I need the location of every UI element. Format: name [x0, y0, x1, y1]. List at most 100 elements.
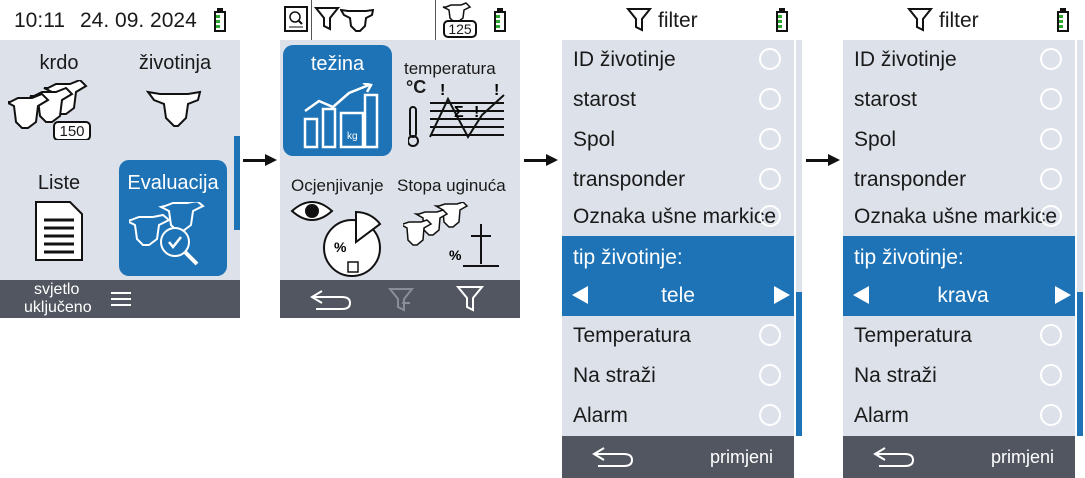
radio-button[interactable]	[1040, 88, 1062, 110]
evaluation-grid: težina kg temperatura °C ! Σ ! ! Ocjenji…	[280, 40, 520, 280]
filter-row-transponder[interactable]: transponder	[562, 160, 794, 200]
document-list-icon	[35, 201, 83, 261]
radio-button[interactable]	[1040, 48, 1062, 70]
next-arrow-icon[interactable]	[774, 286, 790, 304]
radio-button[interactable]	[759, 88, 781, 110]
next-arrow-icon[interactable]	[1055, 286, 1071, 304]
lists-tile[interactable]: Liste	[0, 160, 118, 280]
radio-button[interactable]	[1040, 128, 1062, 150]
hamburger-menu-icon[interactable]	[111, 291, 131, 307]
filter-row-animal-id[interactable]: ID životinje	[562, 40, 794, 80]
mortality-tile[interactable]: Stopa uginuća %	[395, 164, 520, 280]
back-arrow-icon[interactable]	[871, 444, 917, 470]
herd-tile[interactable]: krdo 150	[0, 40, 118, 160]
radio-button[interactable]	[1040, 324, 1062, 346]
status-bar: 125	[280, 0, 520, 40]
temperature-chart-icon: ! Σ ! !	[408, 82, 505, 147]
filter-label: Spol	[854, 128, 897, 151]
scroll-indicator	[234, 136, 240, 230]
radio-button[interactable]	[759, 168, 781, 190]
animal-type-label: tip životinje:	[573, 246, 683, 269]
light-toggle-line1[interactable]: svjetlo	[34, 281, 79, 299]
battery-icon	[494, 8, 506, 32]
filter-label: transponder	[573, 168, 686, 191]
svg-text:!: !	[440, 82, 445, 99]
filter-label: Temperatura	[854, 324, 972, 347]
filter-label: Spol	[573, 128, 616, 151]
radio-button[interactable]	[1040, 205, 1062, 227]
weight-chart-icon: kg	[303, 83, 379, 149]
battery-icon	[214, 8, 226, 32]
screen-filter-calf: filter ID životinje starost Spol transpo…	[562, 0, 802, 478]
arrow-right-icon	[806, 153, 840, 167]
apply-button[interactable]: primjeni	[991, 447, 1054, 468]
rating-label: Ocjenjivanje	[291, 176, 384, 195]
lists-label: Liste	[37, 172, 81, 194]
svg-text:%: %	[449, 247, 462, 263]
scrollbar-thumb[interactable]	[1077, 292, 1083, 436]
filter-row-heat[interactable]: Na straži	[843, 356, 1075, 396]
filter-row-ear-tag[interactable]: Oznaka ušne markice	[562, 197, 794, 237]
svg-text:kg: kg	[347, 131, 358, 142]
screen-filter-cow: filter ID životinje starost Spol transpo…	[843, 0, 1085, 478]
filter-row-temperature[interactable]: Temperatura	[843, 316, 1075, 356]
status-bar: 10:11 24. 09. 2024	[0, 0, 240, 40]
status-divider	[435, 0, 436, 40]
filter-label: Na straži	[854, 364, 937, 387]
radio-button[interactable]	[759, 364, 781, 386]
filter-row-ear-tag[interactable]: Oznaka ušne markice	[843, 197, 1075, 237]
rating-tile[interactable]: Ocjenjivanje %	[280, 164, 395, 280]
radio-button[interactable]	[759, 128, 781, 150]
filter-label: ID životinje	[854, 48, 957, 71]
light-toggle-line2[interactable]: uključeno	[24, 299, 92, 317]
temperature-tile[interactable]: temperatura °C ! Σ ! !	[398, 45, 510, 156]
svg-text:!: !	[494, 82, 499, 99]
scrollbar-thumb[interactable]	[796, 292, 802, 436]
battery-icon	[1057, 8, 1069, 32]
radio-button[interactable]	[1040, 168, 1062, 190]
arrow-right-icon	[243, 153, 277, 167]
apply-button[interactable]: primjeni	[710, 447, 773, 468]
radio-button[interactable]	[759, 205, 781, 227]
animal-type-selector[interactable]: tip životinje: krava	[843, 236, 1075, 316]
status-bar: filter	[843, 0, 1085, 40]
filter-title: filter	[658, 9, 698, 32]
filter-row-animal-id[interactable]: ID životinje	[843, 40, 1075, 80]
svg-text:!: !	[474, 104, 479, 121]
filter-remove-icon	[388, 288, 414, 312]
filter-icon[interactable]	[456, 285, 484, 313]
radio-button[interactable]	[1040, 364, 1062, 386]
evaluation-tile[interactable]: Evaluacija	[119, 160, 227, 276]
radio-button[interactable]	[759, 404, 781, 426]
filter-list: ID životinje starost Spol transponder Oz…	[562, 40, 794, 436]
temperature-label: temperatura	[404, 59, 496, 78]
animal-label: životinja	[138, 52, 212, 74]
radio-button[interactable]	[759, 324, 781, 346]
herd-count-badge: 150	[59, 123, 85, 140]
filter-row-sex[interactable]: Spol	[843, 120, 1075, 160]
filter-row-age[interactable]: starost	[562, 80, 794, 120]
bottom-bar: svjetlo uključeno	[0, 280, 240, 318]
animal-type-label: tip životinje:	[854, 246, 964, 269]
svg-text:Σ: Σ	[454, 104, 464, 121]
status-divider	[311, 0, 312, 40]
filter-row-alarm[interactable]: Alarm	[562, 396, 794, 436]
filter-row-heat[interactable]: Na straži	[562, 356, 794, 396]
radio-button[interactable]	[1040, 404, 1062, 426]
filter-row-alarm[interactable]: Alarm	[843, 396, 1075, 436]
filter-row-sex[interactable]: Spol	[562, 120, 794, 160]
radio-button[interactable]	[759, 48, 781, 70]
back-arrow-icon[interactable]	[590, 444, 636, 470]
back-arrow-icon[interactable]	[308, 287, 354, 313]
animal-tile[interactable]: životinja	[118, 40, 232, 160]
filter-label: Oznaka ušne markice	[854, 205, 1058, 228]
clock-date: 24. 09. 2024	[80, 9, 197, 32]
filter-row-temperature[interactable]: Temperatura	[562, 316, 794, 356]
animal-type-selector[interactable]: tip životinje: tele	[562, 236, 794, 316]
filter-label: Alarm	[854, 404, 909, 427]
filter-icon	[626, 8, 652, 32]
herd-count-badge: 125	[448, 21, 472, 37]
weight-tile[interactable]: težina kg	[283, 45, 392, 156]
filter-row-transponder[interactable]: transponder	[843, 160, 1075, 200]
filter-row-age[interactable]: starost	[843, 80, 1075, 120]
